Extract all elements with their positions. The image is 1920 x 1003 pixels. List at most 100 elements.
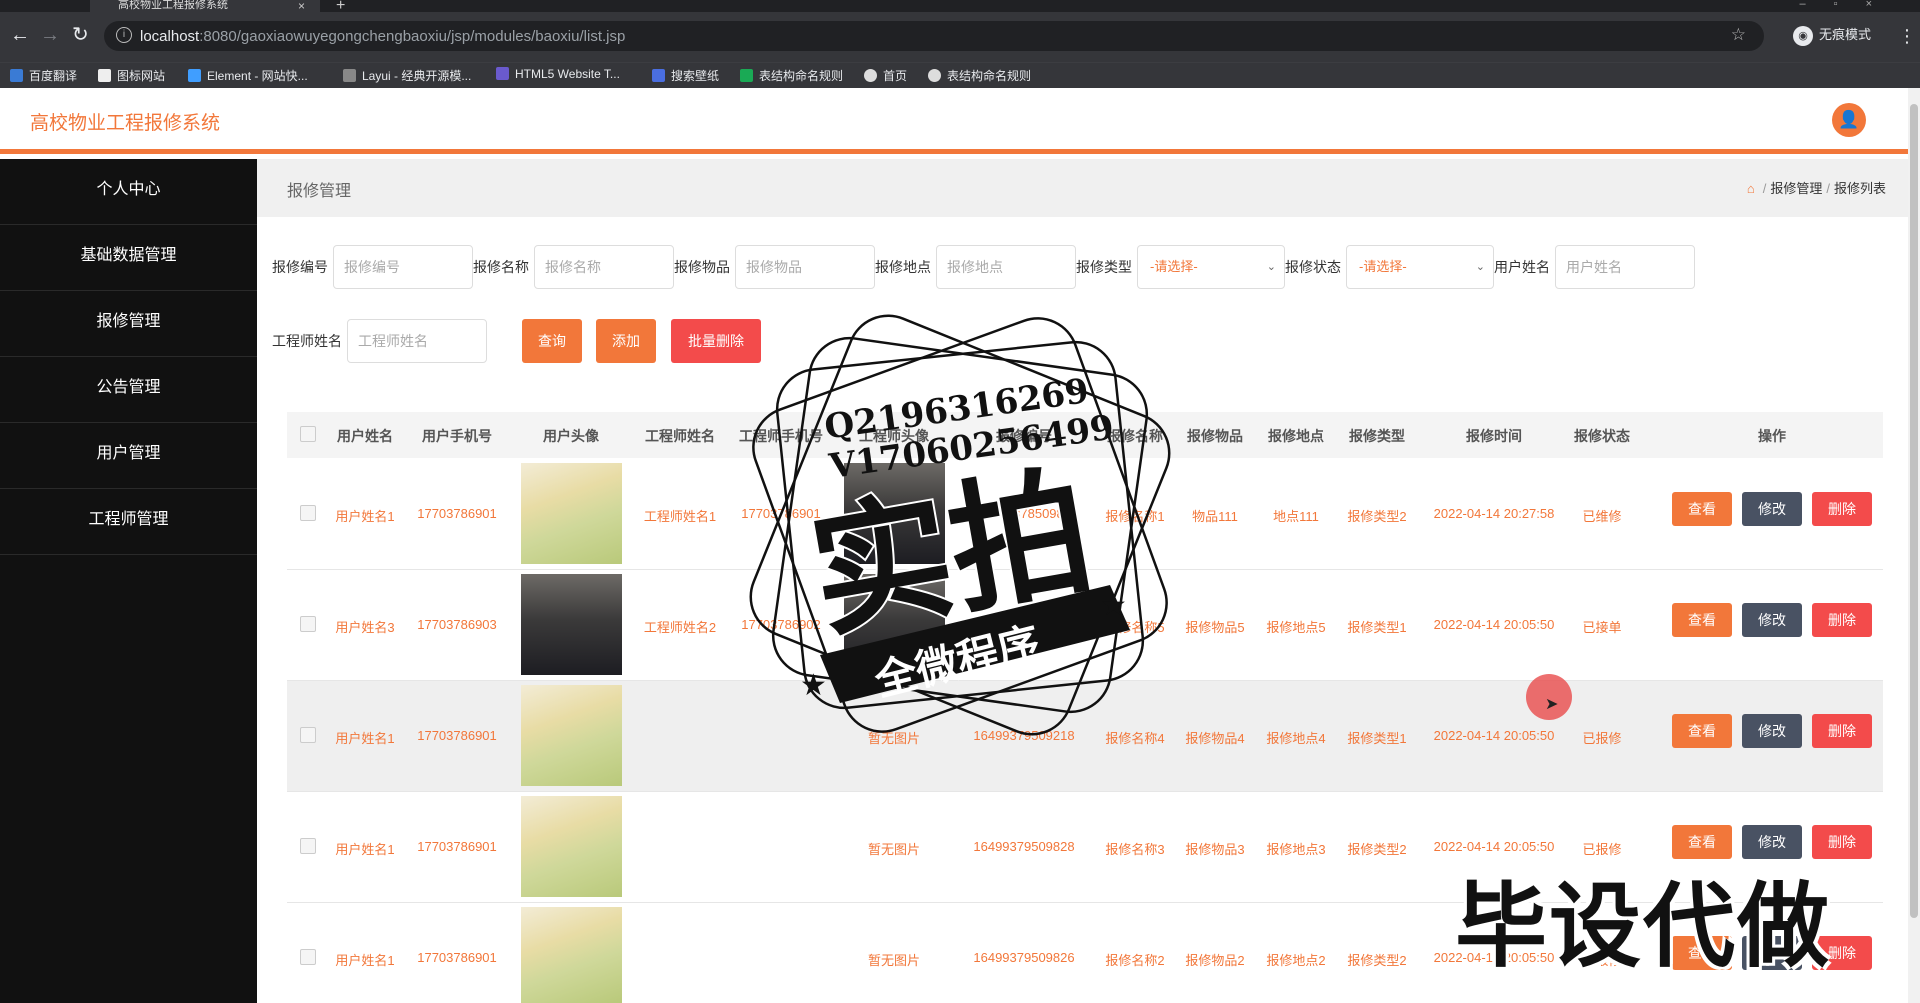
view-button[interactable]: 查看 [1672,492,1732,526]
user-avatar-image [521,796,622,897]
engineer-name-input[interactable] [347,319,487,363]
cell-user-name: 用户姓名1 [335,953,395,968]
site-info-icon[interactable]: i [116,27,132,43]
cell-repair-status: 已报修 [1582,731,1622,746]
edit-button[interactable]: 修改 [1742,603,1802,637]
column-header: 报修类型 [1349,428,1405,444]
cell-repair-time: 2022-04-14 20:05:50 [1433,728,1555,743]
filter-label: 报修物品 [674,259,730,275]
bookmark-star-icon[interactable]: ☆ [1731,25,1746,45]
bookmark-item[interactable]: 搜索壁纸 [652,67,719,84]
incognito-indicator[interactable]: ◉ 无痕模式 [1793,24,1871,46]
row-checkbox[interactable] [300,838,316,854]
breadcrumb-item[interactable]: 报修管理 [1770,181,1822,196]
bookmark-item[interactable]: 表结构命名规则 [740,67,843,84]
cell-user-phone: 17703786901 [417,506,497,521]
cell-repair-status: 已接单 [1582,620,1622,635]
repair-status-select[interactable]: -请选择- ⌄ [1346,245,1494,289]
sidebar-item-repair[interactable]: 报修管理 [0,291,257,357]
cell-repair-place: 报修地点3 [1266,842,1326,857]
window-controls-icon[interactable]: –▫× [1800,0,1900,10]
user-avatar-image [521,463,622,564]
sidebar-item-personal-center[interactable]: 个人中心 [0,159,257,225]
add-button[interactable]: 添加 [596,319,656,363]
cell-engineer-avatar: 暂无图片 [867,953,921,968]
repair-type-select[interactable]: -请选择- ⌄ [1137,245,1285,289]
query-button[interactable]: 查询 [522,319,582,363]
repair-no-input[interactable] [333,245,473,289]
cell-repair-place: 报修地点4 [1266,731,1326,746]
delete-button[interactable]: 删除 [1812,603,1872,637]
cell-repair-type: 报修类型1 [1347,731,1407,746]
home-icon[interactable]: ⌂ [1747,181,1755,196]
user-avatar-button[interactable]: 👤 [1832,103,1866,137]
translate-icon [10,69,23,82]
back-icon[interactable]: ← [10,25,30,45]
breadcrumb-bar: 报修管理 ⌂ / 报修管理 / 报修列表 [257,159,1908,217]
view-button[interactable]: 查看 [1672,603,1732,637]
column-header: 用户头像 [543,428,599,444]
address-url: localhost:8080/gaoxiaowuyegongchengbaoxi… [140,28,626,45]
reload-icon[interactable]: ↻ [72,25,89,45]
cell-user-name: 用户姓名1 [335,731,395,746]
bookmark-item[interactable]: 表结构命名规则 [928,67,1031,84]
cell-user-name: 用户姓名3 [335,620,395,635]
chevron-down-icon: ⌄ [1475,261,1485,273]
wallpaper-icon [652,69,665,82]
browser-menu-icon[interactable]: ⋮ [1898,27,1916,45]
bookmark-item[interactable]: Element - 网站快... [188,67,308,84]
bookmarks-bar: 百度翻译 图标网站 Element - 网站快... Layui - 经典开源模… [0,62,1920,88]
chevron-down-icon: ⌄ [1266,261,1276,273]
sidebar-item-users[interactable]: 用户管理 [0,423,257,489]
cell-repair-type: 报修类型2 [1347,953,1407,968]
repair-name-input[interactable] [534,245,674,289]
cell-user-phone: 17703786903 [417,617,497,632]
corner-watermark-text: 毕设代做 [1455,876,1832,978]
cell-repair-time: 2022-04-14 20:05:50 [1433,617,1555,632]
cell-repair-place: 地点111 [1273,509,1319,524]
address-bar[interactable]: i localhost:8080/gaoxiaowuyegongchengbao… [104,21,1764,51]
cell-repair-type: 报修类型2 [1347,842,1407,857]
user-avatar-image [521,574,622,675]
user-avatar-image [521,907,622,1003]
column-header: 工程师姓名 [645,428,715,444]
edit-button[interactable]: 修改 [1742,492,1802,526]
sidebar-item-basic-data[interactable]: 基础数据管理 [0,225,257,291]
row-checkbox[interactable] [300,616,316,632]
repair-item-input[interactable] [735,245,875,289]
breadcrumb: ⌂ / 报修管理 / 报修列表 [1746,181,1886,196]
view-button[interactable]: 查看 [1672,714,1732,748]
breadcrumb-item: 报修列表 [1833,181,1886,196]
column-header: 用户姓名 [337,428,393,444]
select-all-checkbox[interactable] [300,426,316,442]
sidebar-item-notice[interactable]: 公告管理 [0,357,257,423]
column-header: 用户手机号 [422,428,492,444]
scrollbar-thumb[interactable] [1910,104,1918,918]
cell-engineer-name: 工程师姓名2 [643,620,717,635]
filter-label: 报修地点 [875,259,931,275]
star-icon: ★ [800,669,827,702]
repair-place-input[interactable] [936,245,1076,289]
edit-button[interactable]: 修改 [1742,714,1802,748]
bookmark-item[interactable]: Layui - 经典开源模... [343,67,471,84]
globe-icon [864,69,877,82]
delete-button[interactable]: 删除 [1812,714,1872,748]
row-checkbox[interactable] [300,949,316,965]
delete-button[interactable]: 删除 [1812,492,1872,526]
user-name-input[interactable] [1555,245,1695,289]
star-icon: ★ [1100,589,1127,622]
browser-toolbar: ← → ↻ i localhost:8080/gaoxiaowuyegongch… [0,12,1920,62]
bookmark-item[interactable]: 百度翻译 [10,67,77,84]
filter-label: 报修状态 [1285,259,1341,275]
bookmark-item[interactable]: 图标网站 [98,67,165,84]
forward-icon[interactable]: → [40,25,60,45]
user-icon: 👤 [1838,110,1860,129]
layui-icon [343,69,356,82]
sidebar-item-engineers[interactable]: 工程师管理 [0,489,257,555]
cell-user-name: 用户姓名1 [335,842,395,857]
bookmark-item[interactable]: 首页 [864,67,907,84]
browser-tab[interactable]: 高校物业工程报修系统 [90,0,320,12]
bookmark-item[interactable]: HTML5 Website T... [496,67,620,81]
row-checkbox[interactable] [300,505,316,521]
row-checkbox[interactable] [300,727,316,743]
